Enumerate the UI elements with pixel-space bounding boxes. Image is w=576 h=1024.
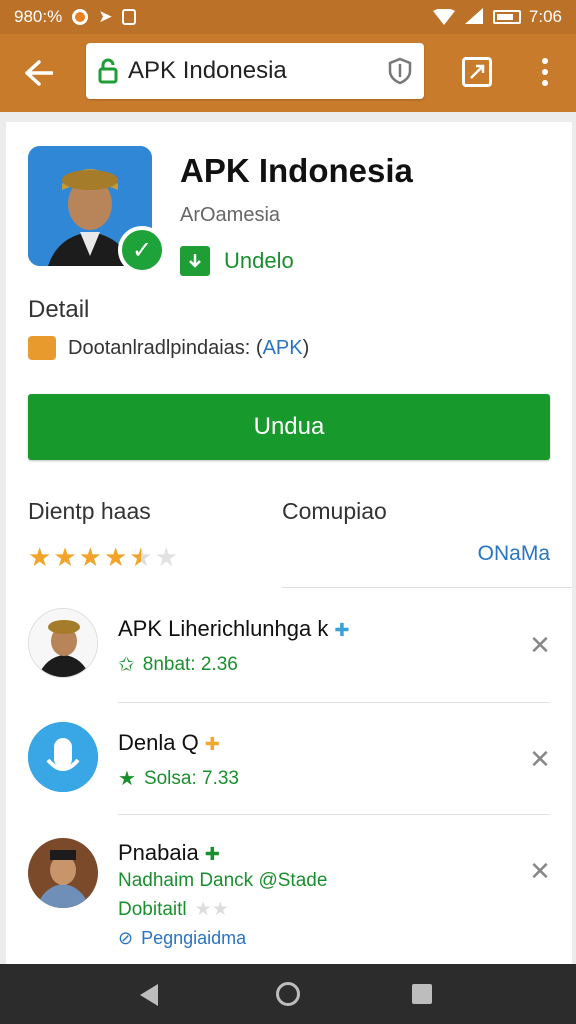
puzzle-icon: ✚ <box>334 620 350 640</box>
user-icon <box>28 336 56 360</box>
star-icon: ★ <box>78 542 102 572</box>
verified-check-icon: ✓ <box>118 226 166 274</box>
browser-toolbar: APK Indonesia <box>0 34 576 112</box>
tab-switcher-icon <box>470 64 485 79</box>
signal-icon <box>464 8 483 24</box>
back-button[interactable] <box>0 34 78 112</box>
divider <box>118 814 550 815</box>
status-bar: 980:% ➤ 7:06 <box>0 0 576 34</box>
close-icon[interactable]: ✕ <box>528 744 552 775</box>
download-icon <box>180 246 210 276</box>
app-developer: ArOamesia <box>180 204 281 226</box>
list-item-meta-2: Dobitaitl ★★ <box>118 898 229 921</box>
url-text: APK Indonesia <box>128 57 287 84</box>
list-item[interactable]: Pnabaia ✚ Nadhaim Danck @Stade Dobitaitl ★… <box>6 836 572 964</box>
puzzle-icon: ✚ <box>204 734 220 754</box>
star-empty-icon: ★ <box>154 542 178 572</box>
mic-app-icon <box>28 722 98 792</box>
battery-icon <box>492 10 521 24</box>
notification-app-icon <box>72 9 89 25</box>
apk-link[interactable]: APK <box>263 337 303 359</box>
divider <box>118 702 550 703</box>
check-circle-icon: ⊘ <box>118 928 134 948</box>
arrow-left-icon <box>25 60 53 86</box>
download-button[interactable]: Undua <box>28 394 550 460</box>
status-time: 7:06 <box>528 7 562 26</box>
app-title: APK Indonesia <box>180 152 413 189</box>
detail-heading: Detail <box>28 296 90 323</box>
nav-back-icon[interactable] <box>140 984 158 1006</box>
system-nav-bar <box>0 964 576 1024</box>
status-left-text: 980:% <box>14 7 63 26</box>
star-icon: ★ <box>28 542 52 572</box>
star-icon: ★ <box>103 542 128 572</box>
star-rating: ★ ★ ★ ★ ★ ★ <box>28 542 178 573</box>
list-item-link[interactable]: ⊘ Pegngiaidma <box>118 928 246 949</box>
nav-home-icon[interactable] <box>276 982 300 1006</box>
divider <box>282 587 572 588</box>
address-bar[interactable]: APK Indonesia <box>86 43 424 99</box>
star-outline-icon: ✩ <box>118 654 135 676</box>
tab-switcher-button[interactable] <box>462 57 492 87</box>
send-icon: ➤ <box>98 7 113 26</box>
overflow-menu-button[interactable] <box>530 54 560 90</box>
app-detail-card: ✓ APK Indonesia ArOamesia Undelo Detail … <box>6 122 572 964</box>
close-icon[interactable]: ✕ <box>528 630 552 661</box>
compare-heading: Comupiao <box>282 498 387 524</box>
star-icon: ★ <box>53 542 77 572</box>
star-empty-icon: ★★ <box>194 899 229 920</box>
download-label: Undelo <box>224 248 294 273</box>
star-half-icon: ★ <box>129 542 153 572</box>
list-item-meta: ✩ 8nbat: 2.36 <box>118 653 238 677</box>
shield-icon[interactable] <box>388 57 412 85</box>
nav-recents-icon[interactable] <box>412 984 432 1004</box>
puzzle-icon: ✚ <box>204 844 220 864</box>
close-icon[interactable]: ✕ <box>528 856 552 887</box>
avatar <box>28 608 98 678</box>
list-item-title: APK Liherichlunhga k ✚ <box>118 616 350 641</box>
download-link[interactable]: Undelo <box>180 246 294 276</box>
list-item-meta: Nadhaim Danck @Stade <box>118 870 328 891</box>
list-item-meta: ★ Solsa: 7.33 <box>118 767 240 791</box>
detail-row: Dootanlradlpindaias: (APK) <box>28 336 309 360</box>
rating-heading: Dientp haas <box>28 498 151 524</box>
sim-icon <box>122 9 137 25</box>
avatar <box>28 838 98 908</box>
more-vert-icon <box>542 58 548 64</box>
list-item-title: Pnabaia ✚ <box>118 840 220 865</box>
wifi-icon <box>432 9 455 25</box>
more-link[interactable]: ONaMa <box>478 542 550 566</box>
lock-icon <box>98 58 118 84</box>
list-item[interactable]: APK Liherichlunhga k ✚ ✩ 8nbat: 2.36 ✕ <box>6 608 572 716</box>
detail-text: Dootanlradlpindaias: ( <box>68 336 263 359</box>
list-item-title: Denla Q ✚ <box>118 730 220 755</box>
star-icon: ★ <box>118 768 136 790</box>
